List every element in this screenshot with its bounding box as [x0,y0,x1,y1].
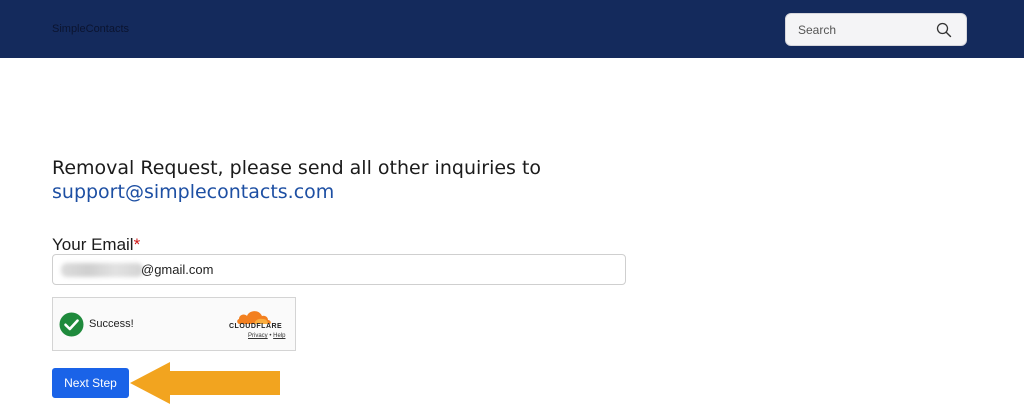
success-check-icon [59,312,84,337]
search-input[interactable] [786,14,936,45]
support-email-link[interactable]: support@simplecontacts.com [52,180,652,204]
top-navigation-bar: SimpleContacts [0,0,1024,58]
email-label: Your Email* [52,235,140,255]
captcha-status: Success! [89,318,134,330]
next-step-button[interactable]: Next Step [52,368,129,398]
email-field-value: @gmail.com [141,262,214,277]
page-heading: Removal Request, please send all other i… [52,156,652,204]
search-box[interactable] [785,13,967,46]
search-icon[interactable] [936,22,952,38]
brand-name[interactable]: SimpleContacts [52,23,129,35]
captcha-widget[interactable]: Success! CLOUDFLARE Privacy • Help [52,297,296,351]
captcha-links: Privacy • Help [248,333,285,339]
arrow-left-icon [130,362,280,404]
heading-text: Removal Request, please send all other i… [52,157,542,179]
link-separator: • [269,333,272,339]
privacy-link[interactable]: Privacy [248,333,268,339]
email-label-text: Your Email [52,235,134,254]
email-field[interactable]: @gmail.com [52,254,626,285]
required-marker: * [133,235,141,254]
cloudflare-wordmark: CLOUDFLARE [229,323,283,330]
help-link[interactable]: Help [273,333,285,339]
redacted-email-username [61,263,143,277]
